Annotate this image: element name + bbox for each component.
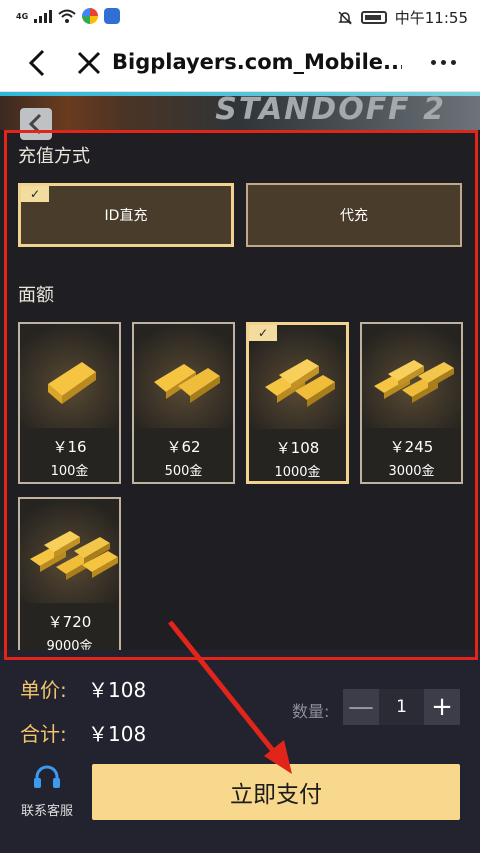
chevron-left-icon (28, 113, 42, 135)
gold-bars-image (362, 324, 461, 428)
gold-bar-image (20, 324, 119, 428)
gold-bars-image (20, 499, 119, 603)
network-type: 4G (16, 11, 29, 21)
package-amount: 100金 (50, 464, 89, 479)
signal-icon (34, 9, 53, 23)
package-price: ￥16 (52, 438, 87, 456)
game-logo: STANDOFF 2 (215, 92, 446, 127)
package-price: ￥62 (166, 438, 201, 456)
quantity-stepper: — 1 + (343, 689, 460, 725)
package-amount: 3000金 (388, 464, 435, 479)
package-card[interactable]: ￥16 100金 (18, 322, 121, 484)
browser-nav-bar: Bigplayers.com_Mobile... (0, 34, 480, 92)
customer-service-button[interactable]: 联系客服 (12, 764, 82, 824)
unit-price-value: ￥108 (88, 678, 147, 702)
package-price: ￥720 (47, 613, 92, 631)
back-arrow-icon[interactable] (24, 48, 54, 78)
quantity-increase-button[interactable]: + (424, 689, 460, 725)
package-card-selected[interactable]: ✓ ￥108 1000金 (246, 322, 349, 484)
quantity-value[interactable]: 1 (379, 689, 424, 725)
package-card[interactable]: ￥245 3000金 (360, 322, 463, 484)
page-back-button[interactable] (20, 108, 52, 140)
more-options-icon[interactable] (431, 60, 456, 65)
package-amount: 9000金 (46, 639, 93, 650)
gold-bars-image (134, 324, 233, 428)
check-icon: ✓ (249, 325, 277, 341)
close-icon[interactable] (74, 48, 104, 78)
method-label: 代充 (340, 208, 368, 224)
mute-bell-icon (337, 10, 352, 25)
shield-app-icon (104, 8, 121, 24)
quantity-decrease-button[interactable]: — (343, 689, 379, 725)
package-card[interactable]: ￥62 500金 (132, 322, 235, 484)
unit-price-label: 单价: (20, 678, 67, 702)
method-id-direct[interactable]: ✓ ID直充 (18, 183, 234, 247)
total-label: 合计: (20, 722, 67, 746)
package-card[interactable]: ￥720 9000金 (18, 497, 121, 650)
method-proxy[interactable]: 代充 (246, 183, 462, 247)
package-price: ￥108 (275, 439, 320, 457)
recharge-panel: 充值方式 ✓ ID直充 代充 面额 ￥16 100金 ￥62 500金 ✓ ￥1… (0, 130, 480, 650)
app-notification-icon (82, 8, 99, 24)
total-value: ￥108 (88, 722, 147, 746)
check-icon: ✓ (21, 186, 49, 202)
method-section-label: 充值方式 (18, 146, 90, 167)
headset-icon (34, 765, 60, 788)
quantity-label: 数量: (292, 702, 330, 721)
status-time: 中午11:55 (394, 9, 468, 27)
battery-icon (360, 11, 387, 24)
wifi-icon (58, 9, 76, 23)
status-bar: 4G 中午11:55 (0, 0, 480, 34)
page-title: Bigplayers.com_Mobile... (112, 50, 402, 74)
package-price: ￥245 (389, 438, 434, 456)
customer-service-label: 联系客服 (20, 804, 73, 819)
package-amount: 1000金 (274, 465, 321, 480)
package-amount: 500金 (164, 464, 203, 479)
denomination-section-label: 面额 (18, 285, 54, 306)
pay-now-button[interactable]: 立即支付 (92, 764, 460, 820)
method-label: ID直充 (104, 208, 148, 224)
order-footer: 单价: ￥108 合计: ￥108 数量: — 1 + 联系客服 立即支付 (0, 660, 480, 853)
